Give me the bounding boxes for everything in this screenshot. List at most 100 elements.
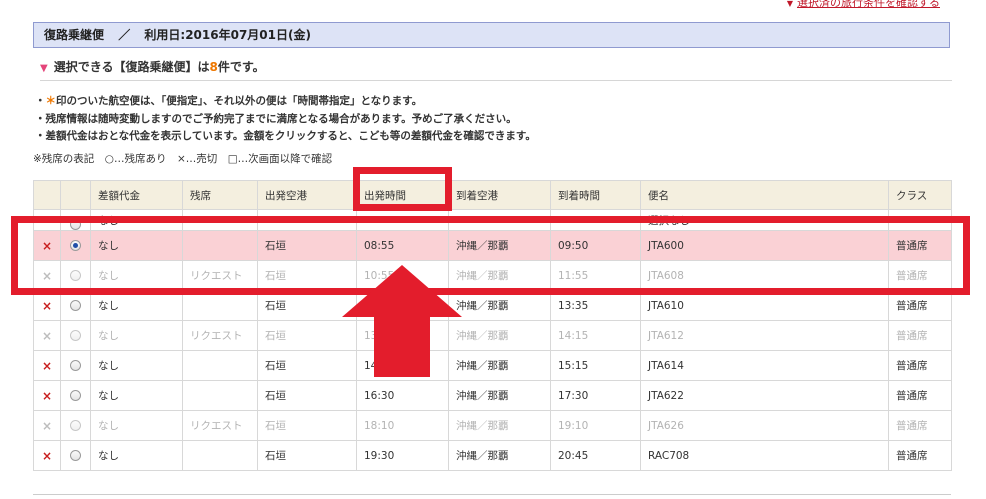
- radio-button[interactable]: [70, 390, 81, 401]
- cell-flight: JTA610: [640, 290, 889, 321]
- cell-mark: ×: [33, 230, 61, 261]
- cell-arr-airport: 沖縄／那覇: [448, 260, 551, 291]
- header-separator: ／: [118, 28, 131, 42]
- cell-dep-airport: 石垣: [257, 410, 357, 441]
- cell-select[interactable]: [60, 320, 91, 351]
- cell-arr-airport: 沖縄／那覇: [448, 290, 551, 321]
- cell-seats: [182, 380, 258, 411]
- usage-date: 利用日:2016年07月01日(金): [144, 28, 311, 42]
- cross-icon: ×: [41, 358, 53, 373]
- table-row[interactable]: ×なし石垣12:35沖縄／那覇13:35JTA610普通席: [33, 290, 952, 321]
- col-header-arr-airport: 到着空港: [448, 180, 551, 210]
- radio-button[interactable]: [70, 218, 81, 230]
- table-row[interactable]: ×なし石垣14:15沖縄／那覇15:15JTA614普通席: [33, 350, 952, 381]
- notes: ・＊印のついた航空便は、「便指定」、それ以外の便は「時間帯指定」となります。 ・…: [35, 93, 950, 146]
- cell-select[interactable]: [60, 350, 91, 381]
- col-header-mark: [33, 180, 61, 210]
- table-header-row: 差額代金 残席 出発空港 出発時間 到着空港 到着時間 便名 クラス: [33, 180, 952, 210]
- col-header-seats: 残席: [182, 180, 258, 210]
- cell-dep-time: 08:55: [356, 230, 449, 261]
- cell-seats: リクエスト: [182, 260, 258, 291]
- cell-flight: 選択なし: [640, 209, 889, 231]
- route-label: 復路乗継便: [44, 28, 105, 42]
- cross-icon: ×: [41, 298, 53, 313]
- radio-button[interactable]: [70, 360, 81, 371]
- cell-price[interactable]: なし: [90, 440, 183, 471]
- cell-mark: ×: [33, 290, 61, 321]
- section-header: 復路乗継便 ／ 利用日:2016年07月01日(金): [33, 22, 950, 48]
- cell-select[interactable]: [60, 260, 91, 291]
- table-row[interactable]: × なし 石垣 16:30 沖縄／那覇 17:30 JTA622 普通席: [33, 380, 952, 411]
- table-row[interactable]: ×なしリクエスト石垣13:15沖縄／那覇14:15JTA612普通席: [33, 320, 952, 351]
- cell-seats: [182, 350, 258, 381]
- cell-flight: JTA608: [640, 260, 889, 291]
- radio-button[interactable]: [70, 300, 81, 311]
- radio-button[interactable]: [70, 450, 81, 461]
- result-count: ▼ 選択できる【復路乗継便】は8件です。: [40, 58, 952, 81]
- cell-price[interactable]: なし: [90, 230, 183, 261]
- cell-flight: JTA600: [640, 230, 889, 261]
- col-header-class: クラス: [888, 180, 952, 210]
- cell-price[interactable]: なし: [90, 320, 183, 351]
- cell-dep-time: 16:30: [356, 380, 449, 411]
- cell-price[interactable]: なし: [90, 350, 183, 381]
- triangle-down-icon: ▼: [786, 0, 793, 8]
- cell-flight: RAC708: [640, 440, 889, 471]
- cross-icon: ×: [41, 448, 53, 463]
- table-row[interactable]: × なし リクエスト 石垣 10:55 沖縄／那覇 11:55 JTA608 普通席: [33, 260, 952, 291]
- cell-mark: ×: [33, 320, 61, 351]
- cross-icon: ×: [41, 328, 53, 343]
- cross-icon: ×: [41, 388, 53, 403]
- cell-class: 普通席: [888, 320, 952, 351]
- cell-select[interactable]: [60, 230, 91, 261]
- cell-arr-airport: 沖縄／那覇: [448, 410, 551, 441]
- cell-mark: ×: [33, 350, 61, 381]
- no-selection-row[interactable]: なし 選択なし: [33, 209, 952, 231]
- cell-arr-airport: 沖縄／那覇: [448, 380, 551, 411]
- cell-mark: ×: [33, 440, 61, 471]
- count-suffix: 件です。: [217, 60, 265, 74]
- cell-dep-time: 18:10: [356, 410, 449, 441]
- radio-button[interactable]: [70, 240, 81, 251]
- cell-flight: JTA612: [640, 320, 889, 351]
- cell-arr-time: 19:10: [550, 410, 641, 441]
- cell-price[interactable]: なし: [90, 209, 183, 231]
- cell-class: 普通席: [888, 380, 952, 411]
- cell-price[interactable]: なし: [90, 260, 183, 291]
- table-row[interactable]: × なし 石垣 19:30 沖縄／那覇 20:45 RAC708 普通席: [33, 440, 952, 471]
- cell-select[interactable]: [60, 440, 91, 471]
- bottom-divider: [33, 494, 951, 495]
- table-row[interactable]: × なし 石垣 08:55 沖縄／那覇 09:50 JTA600 普通席: [33, 230, 952, 261]
- cell-arr-time: 13:35: [550, 290, 641, 321]
- radio-button: [70, 270, 81, 281]
- view-selected-conditions-link[interactable]: ▼ 選択済の旅行条件を確認する: [787, 0, 940, 10]
- cell-class: 普通席: [888, 350, 952, 381]
- cell-class: 普通席: [888, 410, 952, 441]
- col-header-dep-airport: 出発空港: [257, 180, 357, 210]
- cell-class: 普通席: [888, 290, 952, 321]
- cell-price[interactable]: なし: [90, 410, 183, 441]
- flight-table: 差額代金 残席 出発空港 出発時間 到着空港 到着時間 便名 クラス なし 選択…: [33, 180, 952, 471]
- cell-select[interactable]: [60, 380, 91, 411]
- cell-dep-time: 19:30: [356, 440, 449, 471]
- cell-dep-airport: 石垣: [257, 440, 357, 471]
- cell-price[interactable]: なし: [90, 380, 183, 411]
- count-prefix: 選択できる【復路乗継便】は: [53, 60, 210, 74]
- note-line-2: ・残席情報は随時変動しますのでご予約完了までに満席となる場合があります。予めご了…: [35, 112, 517, 125]
- cross-icon: ×: [41, 238, 53, 253]
- cell-seats: [182, 290, 258, 321]
- cell-mark: ×: [33, 260, 61, 291]
- radio-button: [70, 420, 81, 431]
- cell-arr-airport: 沖縄／那覇: [448, 320, 551, 351]
- cell-arr-airport: 沖縄／那覇: [448, 350, 551, 381]
- cell-seats: リクエスト: [182, 320, 258, 351]
- cross-icon: ×: [41, 268, 53, 283]
- cell-arr-time: 20:45: [550, 440, 641, 471]
- cell-select[interactable]: [60, 290, 91, 321]
- triangle-down-icon: ▼: [40, 63, 48, 74]
- cell-select[interactable]: [60, 410, 91, 441]
- count-number: 8: [209, 60, 218, 74]
- table-row[interactable]: × なし リクエスト 石垣 18:10 沖縄／那覇 19:10 JTA626 普通席: [33, 410, 952, 441]
- cell-price[interactable]: なし: [90, 290, 183, 321]
- radio-button: [70, 330, 81, 341]
